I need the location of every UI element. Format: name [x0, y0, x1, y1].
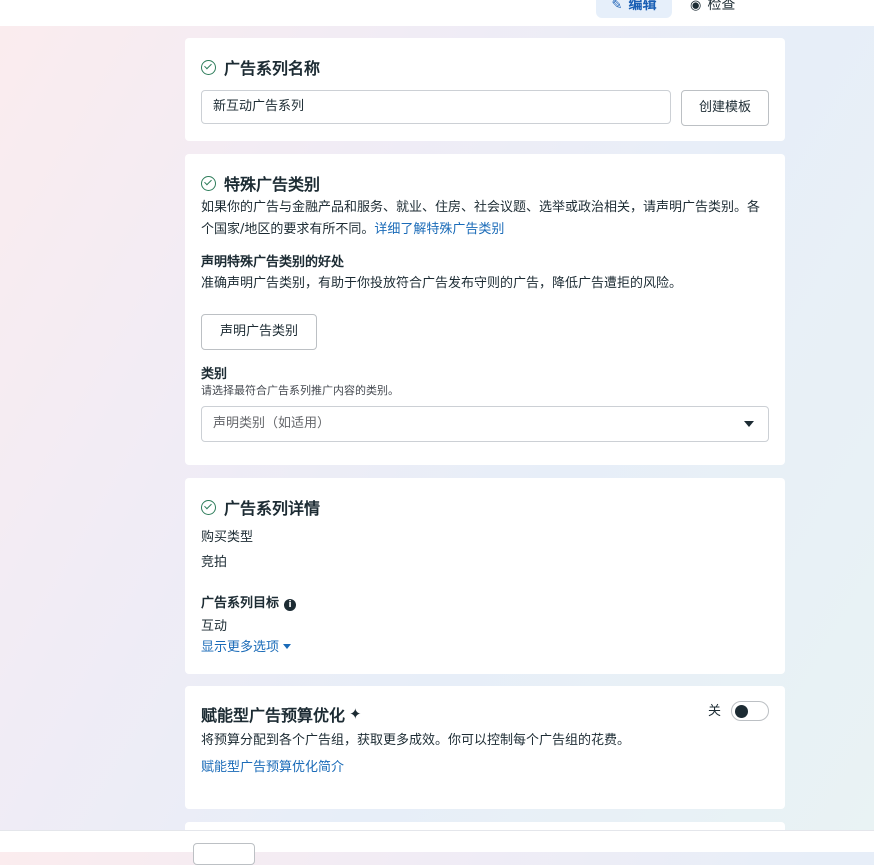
- special-category-card: 特殊广告类别 如果你的广告与金融产品和服务、就业、住房、社会议题、选举或政治相关…: [185, 154, 785, 465]
- budget-optimization-intro-link[interactable]: 赋能型广告预算优化简介: [201, 757, 344, 779]
- campaign-details-title-text: 广告系列详情: [224, 499, 321, 518]
- objective-label: 广告系列目标 i: [201, 593, 297, 615]
- special-category-title: 特殊广告类别: [201, 171, 320, 195]
- buying-type-value: 竞拍: [201, 555, 228, 570]
- campaign-name-title: 广告系列名称: [201, 55, 320, 79]
- bottom-action-bar: [0, 830, 874, 865]
- more-options-link[interactable]: 显示更多选项: [201, 637, 292, 659]
- budget-optimization-description: 将预算分配到各个广告组，获取更多成效。你可以控制每个广告组的花费。: [201, 733, 631, 748]
- benefit-title: 声明特殊广告类别的好处: [201, 255, 345, 270]
- toggle-label: 关: [708, 704, 722, 719]
- learn-more-link[interactable]: 详细了解特殊广告类别: [374, 222, 504, 237]
- campaign-name-title-text: 广告系列名称: [224, 59, 321, 78]
- toggle-knob: [735, 704, 748, 718]
- eye-icon: ◉: [690, 0, 702, 13]
- info-icon[interactable]: i: [284, 599, 297, 611]
- tab-review[interactable]: ◉ 检查: [690, 0, 760, 18]
- benefit-text: 准确声明广告类别，有助于你投放符合广告发布守则的广告，降低广告遭拒的风险。: [201, 276, 683, 291]
- bottom-button[interactable]: [193, 843, 255, 865]
- sparkle-icon: ✦: [349, 705, 362, 723]
- campaign-name-input[interactable]: 新互动广告系列: [201, 90, 671, 124]
- campaign-name-card: 广告系列名称 新互动广告系列 创建模板: [185, 38, 785, 141]
- special-category-description: 如果你的广告与金融产品和服务、就业、住房、社会议题、选举或政治相关，请声明广告类…: [201, 197, 767, 241]
- category-select[interactable]: 声明类别（如适用）: [201, 406, 769, 442]
- budget-optimization-card: 赋能型广告预算优化 ✦ 关 将预算分配到各个广告组，获取更多成效。你可以控制每个广…: [185, 686, 785, 809]
- tab-edit-label: 编辑: [628, 0, 657, 13]
- declare-category-button[interactable]: 声明广告类别: [201, 314, 317, 350]
- chevron-down-icon: [283, 644, 292, 649]
- campaign-details-title: 广告系列详情: [201, 495, 320, 519]
- objective-value: 互动: [201, 619, 228, 634]
- objective-label-text: 广告系列目标: [201, 596, 280, 611]
- pencil-icon: ✎: [611, 0, 623, 13]
- budget-optimization-title: 赋能型广告预算优化 ✦: [201, 702, 362, 726]
- campaign-details-card: 广告系列详情 购买类型 竞拍 广告系列目标 i 互动 显示更多选项: [185, 478, 785, 674]
- create-template-button[interactable]: 创建模板: [681, 90, 769, 126]
- category-hint: 请选择最符合广告系列推广内容的类别。: [201, 384, 399, 397]
- special-category-title-text: 特殊广告类别: [224, 175, 321, 194]
- check-circle-icon: [201, 499, 216, 515]
- budget-optimization-toggle[interactable]: [731, 701, 769, 721]
- tab-edit[interactable]: ✎ 编辑: [596, 0, 672, 18]
- buying-type-label: 购买类型: [201, 530, 254, 545]
- check-circle-icon: [201, 175, 216, 191]
- budget-optimization-title-text: 赋能型广告预算优化: [201, 706, 346, 725]
- caret-down-icon: [744, 421, 754, 427]
- more-options-text: 显示更多选项: [201, 640, 280, 655]
- top-toolbar: ✎ 编辑 ◉ 检查: [0, 0, 874, 26]
- check-circle-icon: [201, 59, 216, 75]
- tab-review-label: 检查: [707, 0, 736, 13]
- category-placeholder: 声明类别（如适用）: [213, 416, 331, 431]
